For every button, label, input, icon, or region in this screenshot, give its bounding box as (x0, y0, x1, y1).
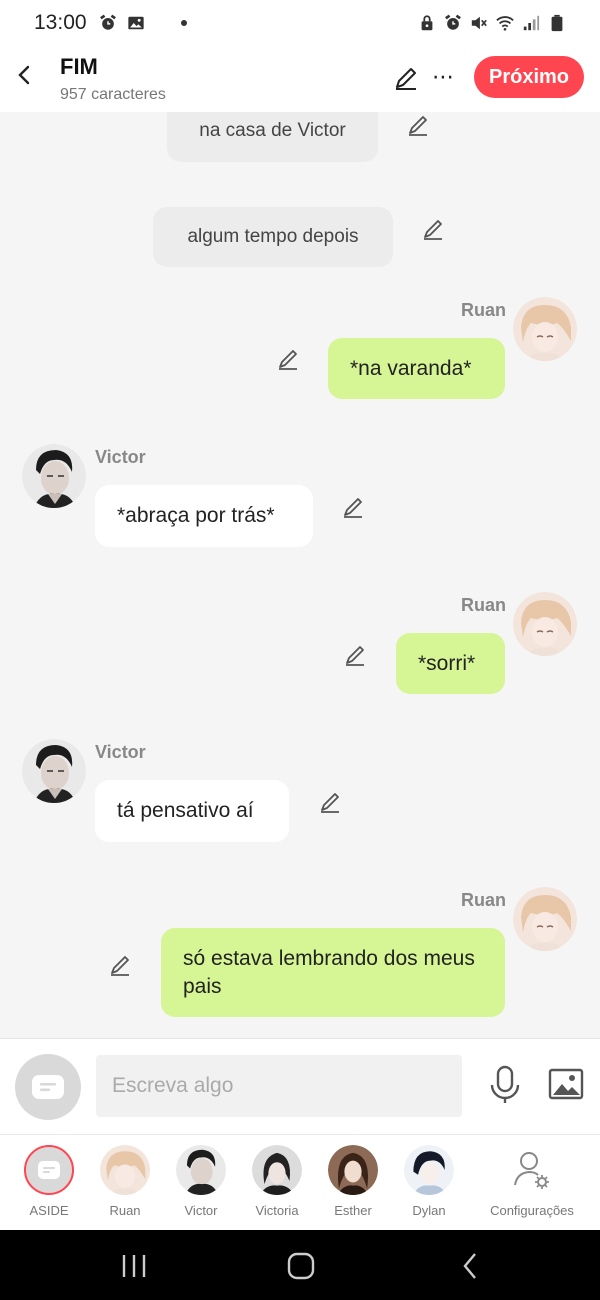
character-dylan[interactable]: Dylan (391, 1145, 467, 1218)
edit-pencil-icon[interactable] (405, 112, 431, 138)
character-label: Victor (184, 1203, 218, 1218)
character-esther[interactable]: Esther (315, 1145, 391, 1218)
narration-bubble[interactable]: na casa de Victor (167, 112, 378, 162)
character-count: 957 caracteres (60, 86, 166, 103)
message-composer (0, 1038, 600, 1134)
user-settings-icon (514, 1152, 549, 1189)
character-label: ASIDE (29, 1203, 69, 1218)
back-icon[interactable] (450, 1252, 490, 1280)
message-input[interactable] (96, 1055, 462, 1117)
settings-button[interactable]: Configurações (482, 1145, 582, 1218)
avatar-ruan (100, 1145, 150, 1195)
recent-apps-icon[interactable] (114, 1252, 154, 1280)
edit-pencil-icon[interactable] (317, 789, 343, 815)
speaker-name: Victor (95, 447, 146, 467)
avatar-dylan (404, 1145, 454, 1195)
back-arrow-icon[interactable] (10, 60, 40, 90)
image-icon (127, 16, 144, 30)
avatar-ruan[interactable] (513, 887, 577, 951)
character-victoria[interactable]: Victoria (239, 1145, 315, 1218)
message-text: *abraça por trás* (117, 504, 275, 527)
message-bubble[interactable]: tá pensativo aí (95, 780, 289, 842)
message-text: tá pensativo aí (117, 799, 254, 822)
app-header: FIM 957 caracteres ⋯ Próximo (0, 46, 600, 112)
status-bar: 13:00 (0, 0, 600, 46)
avatar-victor (176, 1145, 226, 1195)
aside-avatar (24, 1145, 74, 1195)
chat-bubble-icon (38, 1161, 60, 1179)
narration-bubble[interactable]: algum tempo depois (153, 207, 393, 267)
system-navigation-bar (0, 1230, 600, 1300)
message-bubble[interactable]: *abraça por trás* (95, 485, 313, 547)
edit-pencil-icon[interactable] (392, 64, 420, 92)
avatar-esther (328, 1145, 378, 1195)
character-label: Esther (334, 1203, 372, 1218)
edit-pencil-icon[interactable] (420, 216, 446, 242)
speaker-name: Ruan (461, 300, 506, 320)
avatar-victoria (252, 1145, 302, 1195)
character-ruan[interactable]: Ruan (87, 1145, 163, 1218)
speaker-name: Victor (95, 742, 146, 762)
character-bar: ASIDE Ruan Victor Victoria Esther Dylan … (0, 1134, 600, 1230)
more-options-icon[interactable]: ⋯ (432, 62, 458, 92)
next-button[interactable]: Próximo (474, 56, 584, 98)
narration-text: algum tempo depois (187, 226, 359, 247)
chat-area[interactable]: na casa de Victor algum tempo depois Rua… (0, 112, 600, 1038)
speaker-name: Ruan (461, 595, 506, 615)
message-bubble[interactable]: *sorri* (396, 633, 505, 694)
avatar-victor[interactable] (22, 739, 86, 803)
page-title: FIM (60, 54, 98, 79)
message-bubble[interactable]: *na varanda* (328, 338, 505, 399)
edit-pencil-icon[interactable] (340, 494, 366, 520)
lock-icon (421, 15, 433, 31)
message-bubble[interactable]: só estava lembrando dos meus pais (161, 928, 505, 1017)
home-icon[interactable] (281, 1252, 321, 1280)
character-aside[interactable]: ASIDE (11, 1145, 87, 1218)
avatar-victor[interactable] (22, 444, 86, 508)
message-text: *sorri* (418, 651, 476, 675)
chat-bubble-icon (32, 1075, 64, 1099)
character-victor[interactable]: Victor (163, 1145, 239, 1218)
message-text: só estava lembrando dos meus pais (183, 946, 475, 998)
mute-icon (471, 16, 487, 30)
battery-icon (551, 14, 563, 32)
speaker-name: Ruan (461, 890, 506, 910)
notification-dot (180, 20, 187, 26)
character-label: Configurações (490, 1203, 574, 1218)
edit-pencil-icon[interactable] (107, 952, 133, 978)
aside-toggle-button[interactable] (15, 1054, 81, 1120)
avatar-ruan[interactable] (513, 592, 577, 656)
wifi-icon (496, 16, 514, 31)
signal-icon (523, 15, 540, 31)
alarm-icon (445, 14, 461, 30)
character-label: Victoria (255, 1203, 299, 1218)
message-text: *na varanda* (350, 356, 472, 380)
character-label: Dylan (412, 1203, 446, 1218)
avatar-ruan[interactable] (513, 297, 577, 361)
narration-text: na casa de Victor (199, 120, 346, 141)
edit-pencil-icon[interactable] (342, 642, 368, 668)
edit-pencil-icon[interactable] (275, 346, 301, 372)
alarm-icon (99, 14, 116, 30)
status-time: 13:00 (34, 11, 87, 34)
image-upload-icon[interactable] (548, 1067, 584, 1101)
character-label: Ruan (109, 1203, 141, 1218)
microphone-icon[interactable] (488, 1065, 522, 1105)
